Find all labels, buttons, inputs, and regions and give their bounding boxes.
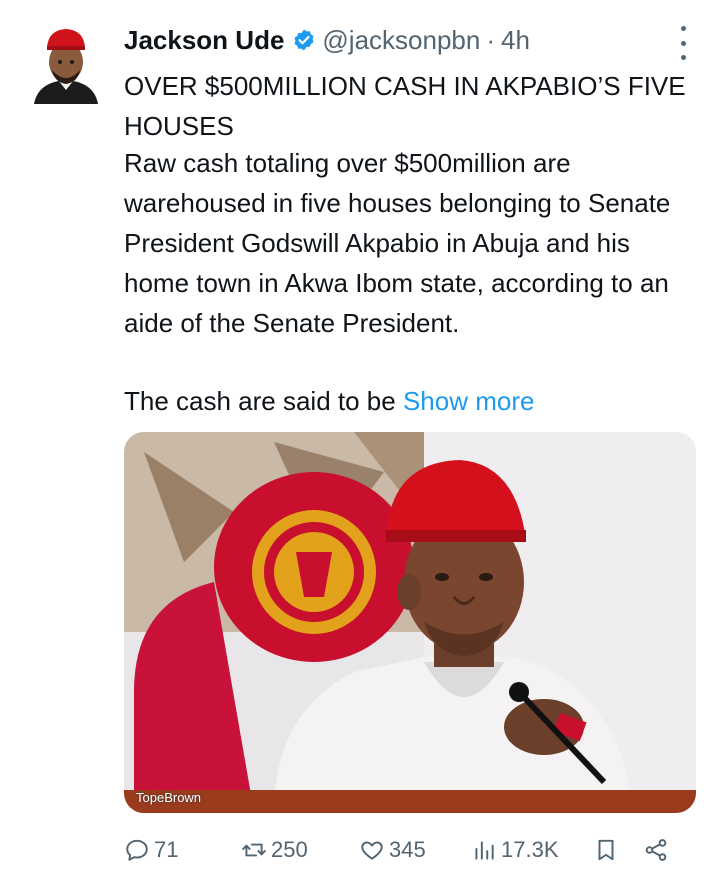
tweet-timestamp[interactable]: 4h	[501, 25, 530, 56]
tweet-headline: OVER $500MILLION CASH IN AKPABIO’S FIVE …	[124, 71, 701, 141]
like-icon	[361, 841, 383, 860]
bookmark-icon	[598, 839, 614, 861]
tweet-actions: 71 250 345 17.3K	[124, 830, 694, 870]
author-handle[interactable]: @jacksonpbn	[322, 25, 480, 56]
show-more-link[interactable]: Show more	[403, 386, 535, 416]
views-icon	[475, 841, 494, 860]
verified-badge-icon	[292, 28, 316, 52]
like-button[interactable]: 345	[359, 837, 471, 863]
retweet-icon	[242, 843, 266, 857]
views-button[interactable]: 17.3K	[471, 837, 593, 863]
like-count: 345	[389, 837, 426, 862]
more-options-icon[interactable]	[676, 26, 690, 60]
avatar[interactable]	[30, 24, 102, 106]
tweet-teaser: The cash are said to be Show more	[124, 381, 699, 421]
reply-icon	[126, 839, 148, 861]
reply-button[interactable]: 71	[124, 837, 241, 863]
reply-count: 71	[154, 837, 179, 862]
teaser-text: The cash are said to be	[124, 386, 403, 416]
tweet-body: Raw cash totaling over $500million are w…	[124, 148, 671, 338]
share-button[interactable]	[643, 837, 673, 863]
author-name[interactable]: Jackson Ude	[124, 25, 284, 56]
bookmark-button[interactable]	[593, 837, 643, 863]
separator-dot: ·	[486, 24, 496, 55]
retweet-button[interactable]: 250	[241, 837, 359, 863]
tweet-image[interactable]: TopeBrown	[124, 432, 696, 813]
retweet-count: 250	[271, 837, 308, 862]
tweet-header: Jackson Ude @jacksonpbn · 4h	[124, 22, 690, 58]
image-credit: TopeBrown	[136, 790, 202, 805]
share-icon	[645, 839, 667, 861]
views-count: 17.3K	[501, 837, 559, 862]
